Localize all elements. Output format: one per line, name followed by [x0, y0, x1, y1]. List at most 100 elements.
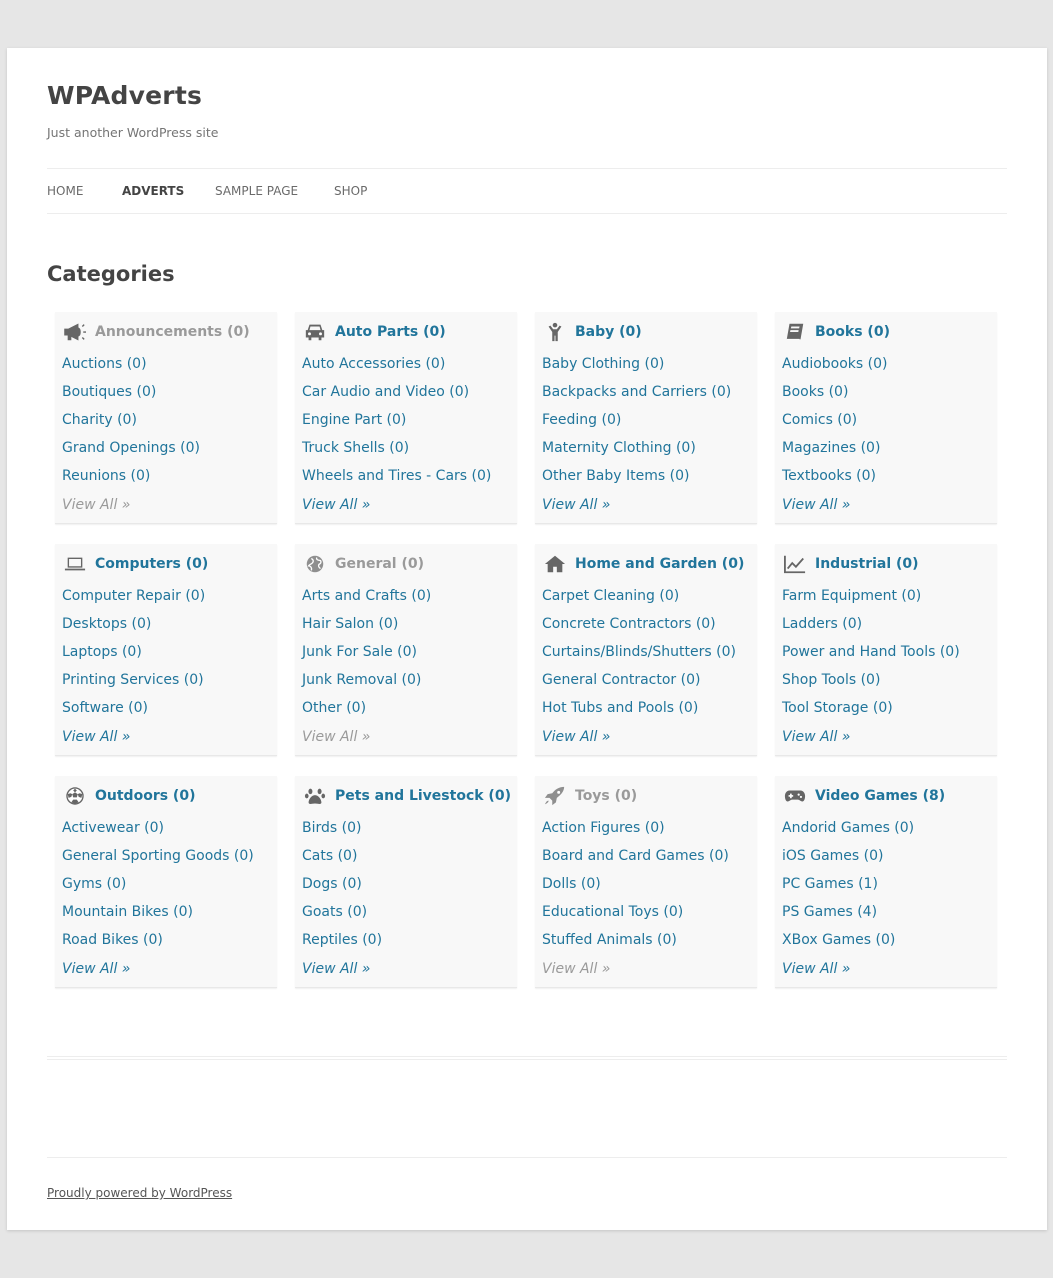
category-header[interactable]: Computers (0): [63, 552, 208, 576]
subcategory-link[interactable]: Curtains/Blinds/Shutters (0): [542, 644, 736, 660]
subcategory-link[interactable]: Mountain Bikes (0): [62, 904, 193, 920]
category-title-link[interactable]: Video Games (8): [815, 788, 945, 804]
category-header[interactable]: Outdoors (0): [63, 784, 195, 808]
subcategory-link[interactable]: Wheels and Tires - Cars (0): [302, 468, 491, 484]
nav-adverts[interactable]: ADVERTS: [122, 184, 184, 198]
view-all-link[interactable]: View All »: [542, 729, 610, 745]
category-title-link[interactable]: Home and Garden (0): [575, 556, 744, 572]
subcategory-link[interactable]: Ladders (0): [782, 616, 862, 632]
subcategory-link[interactable]: PC Games (1): [782, 876, 878, 892]
view-all-link[interactable]: View All »: [782, 729, 850, 745]
view-all-link[interactable]: View All »: [62, 961, 130, 977]
category-header[interactable]: Home and Garden (0): [543, 552, 744, 576]
category-header[interactable]: Books (0): [783, 320, 890, 344]
subcategory-link[interactable]: General Contractor (0): [542, 672, 700, 688]
subcategory-link[interactable]: Carpet Cleaning (0): [542, 588, 679, 604]
category-header[interactable]: Industrial (0): [783, 552, 919, 576]
subcategory-link[interactable]: Books (0): [782, 384, 848, 400]
subcategory-link[interactable]: PS Games (4): [782, 904, 877, 920]
subcategory-link[interactable]: Software (0): [62, 700, 148, 716]
subcategory-link[interactable]: iOS Games (0): [782, 848, 884, 864]
subcategory-link[interactable]: Shop Tools (0): [782, 672, 880, 688]
subcategory-link[interactable]: Goats (0): [302, 904, 367, 920]
subcategory-link[interactable]: Tool Storage (0): [782, 700, 893, 716]
subcategory-link[interactable]: Backpacks and Carriers (0): [542, 384, 731, 400]
subcategory-link[interactable]: Gyms (0): [62, 876, 126, 892]
subcategory-link[interactable]: Road Bikes (0): [62, 932, 163, 948]
view-all-link[interactable]: View All »: [782, 961, 850, 977]
subcategory-link[interactable]: Action Figures (0): [542, 820, 665, 836]
subcategory-link[interactable]: Car Audio and Video (0): [302, 384, 469, 400]
view-all-link[interactable]: View All »: [302, 497, 370, 513]
subcategory-link[interactable]: Charity (0): [62, 412, 137, 428]
subcategory-link[interactable]: Farm Equipment (0): [782, 588, 921, 604]
subcategory-link[interactable]: Dolls (0): [542, 876, 601, 892]
subcategory-link[interactable]: Auctions (0): [62, 356, 147, 372]
subcategory-link[interactable]: Activewear (0): [62, 820, 164, 836]
subcategory-link[interactable]: Computer Repair (0): [62, 588, 205, 604]
category-title-link[interactable]: Industrial (0): [815, 556, 919, 572]
subcategory-link[interactable]: Junk Removal (0): [302, 672, 421, 688]
category-header[interactable]: Video Games (8): [783, 784, 945, 808]
view-all-link[interactable]: View All »: [62, 729, 130, 745]
subcategory-link[interactable]: Desktops (0): [62, 616, 151, 632]
subcategory-link[interactable]: Magazines (0): [782, 440, 880, 456]
subcategory-link[interactable]: Feeding (0): [542, 412, 621, 428]
subcategory-link[interactable]: Dogs (0): [302, 876, 362, 892]
car-icon[interactable]: [303, 321, 327, 343]
laptop-icon[interactable]: [63, 553, 87, 575]
book-icon[interactable]: [783, 321, 807, 343]
view-all-link[interactable]: View All »: [302, 961, 370, 977]
subcategory-link[interactable]: Hot Tubs and Pools (0): [542, 700, 698, 716]
subcategory-link[interactable]: Baby Clothing (0): [542, 356, 664, 372]
subcategory-link[interactable]: Textbooks (0): [782, 468, 876, 484]
category-header[interactable]: Toys (0): [543, 784, 637, 808]
nav-home[interactable]: HOME: [47, 184, 83, 198]
view-all-link[interactable]: View All »: [542, 497, 610, 513]
category-title-link[interactable]: Books (0): [815, 324, 890, 340]
rocket-icon[interactable]: [543, 785, 567, 807]
subcategory-link[interactable]: Reunions (0): [62, 468, 150, 484]
category-header[interactable]: Auto Parts (0): [303, 320, 446, 344]
subcategory-link[interactable]: Laptops (0): [62, 644, 142, 660]
subcategory-link[interactable]: Junk For Sale (0): [302, 644, 417, 660]
subcategory-link[interactable]: Reptiles (0): [302, 932, 382, 948]
subcategory-link[interactable]: Andorid Games (0): [782, 820, 914, 836]
wordpress-credit-link[interactable]: Proudly powered by WordPress: [47, 1186, 232, 1200]
site-title[interactable]: WPAdverts: [47, 81, 202, 110]
subcategory-link[interactable]: Maternity Clothing (0): [542, 440, 696, 456]
subcategory-link[interactable]: Stuffed Animals (0): [542, 932, 677, 948]
view-all-link[interactable]: View All »: [542, 961, 610, 977]
subcategory-link[interactable]: Boutiques (0): [62, 384, 156, 400]
category-title-link[interactable]: Auto Parts (0): [335, 324, 446, 340]
view-all-link[interactable]: View All »: [302, 729, 370, 745]
subcategory-link[interactable]: Printing Services (0): [62, 672, 204, 688]
subcategory-link[interactable]: Other (0): [302, 700, 366, 716]
subcategory-link[interactable]: Engine Part (0): [302, 412, 406, 428]
home-icon[interactable]: [543, 553, 567, 575]
line-chart-icon[interactable]: [783, 553, 807, 575]
category-header[interactable]: General (0): [303, 552, 424, 576]
subcategory-link[interactable]: Hair Salon (0): [302, 616, 398, 632]
soccer-ball-icon[interactable]: [63, 785, 87, 807]
child-icon[interactable]: [543, 321, 567, 343]
subcategory-link[interactable]: Board and Card Games (0): [542, 848, 729, 864]
subcategory-link[interactable]: Truck Shells (0): [302, 440, 409, 456]
category-title-link[interactable]: General (0): [335, 556, 424, 572]
subcategory-link[interactable]: Audiobooks (0): [782, 356, 888, 372]
subcategory-link[interactable]: General Sporting Goods (0): [62, 848, 254, 864]
view-all-link[interactable]: View All »: [62, 497, 130, 513]
subcategory-link[interactable]: Birds (0): [302, 820, 361, 836]
subcategory-link[interactable]: Auto Accessories (0): [302, 356, 445, 372]
gamepad-icon[interactable]: [783, 785, 807, 807]
subcategory-link[interactable]: Other Baby Items (0): [542, 468, 689, 484]
category-title-link[interactable]: Outdoors (0): [95, 788, 195, 804]
category-title-link[interactable]: Computers (0): [95, 556, 208, 572]
paw-icon[interactable]: [303, 785, 327, 807]
category-header[interactable]: Baby (0): [543, 320, 642, 344]
category-header[interactable]: Announcements (0): [63, 320, 250, 344]
subcategory-link[interactable]: Grand Openings (0): [62, 440, 200, 456]
category-title-link[interactable]: Toys (0): [575, 788, 637, 804]
category-title-link[interactable]: Pets and Livestock (0): [335, 788, 511, 804]
megaphone-icon[interactable]: [63, 321, 87, 343]
